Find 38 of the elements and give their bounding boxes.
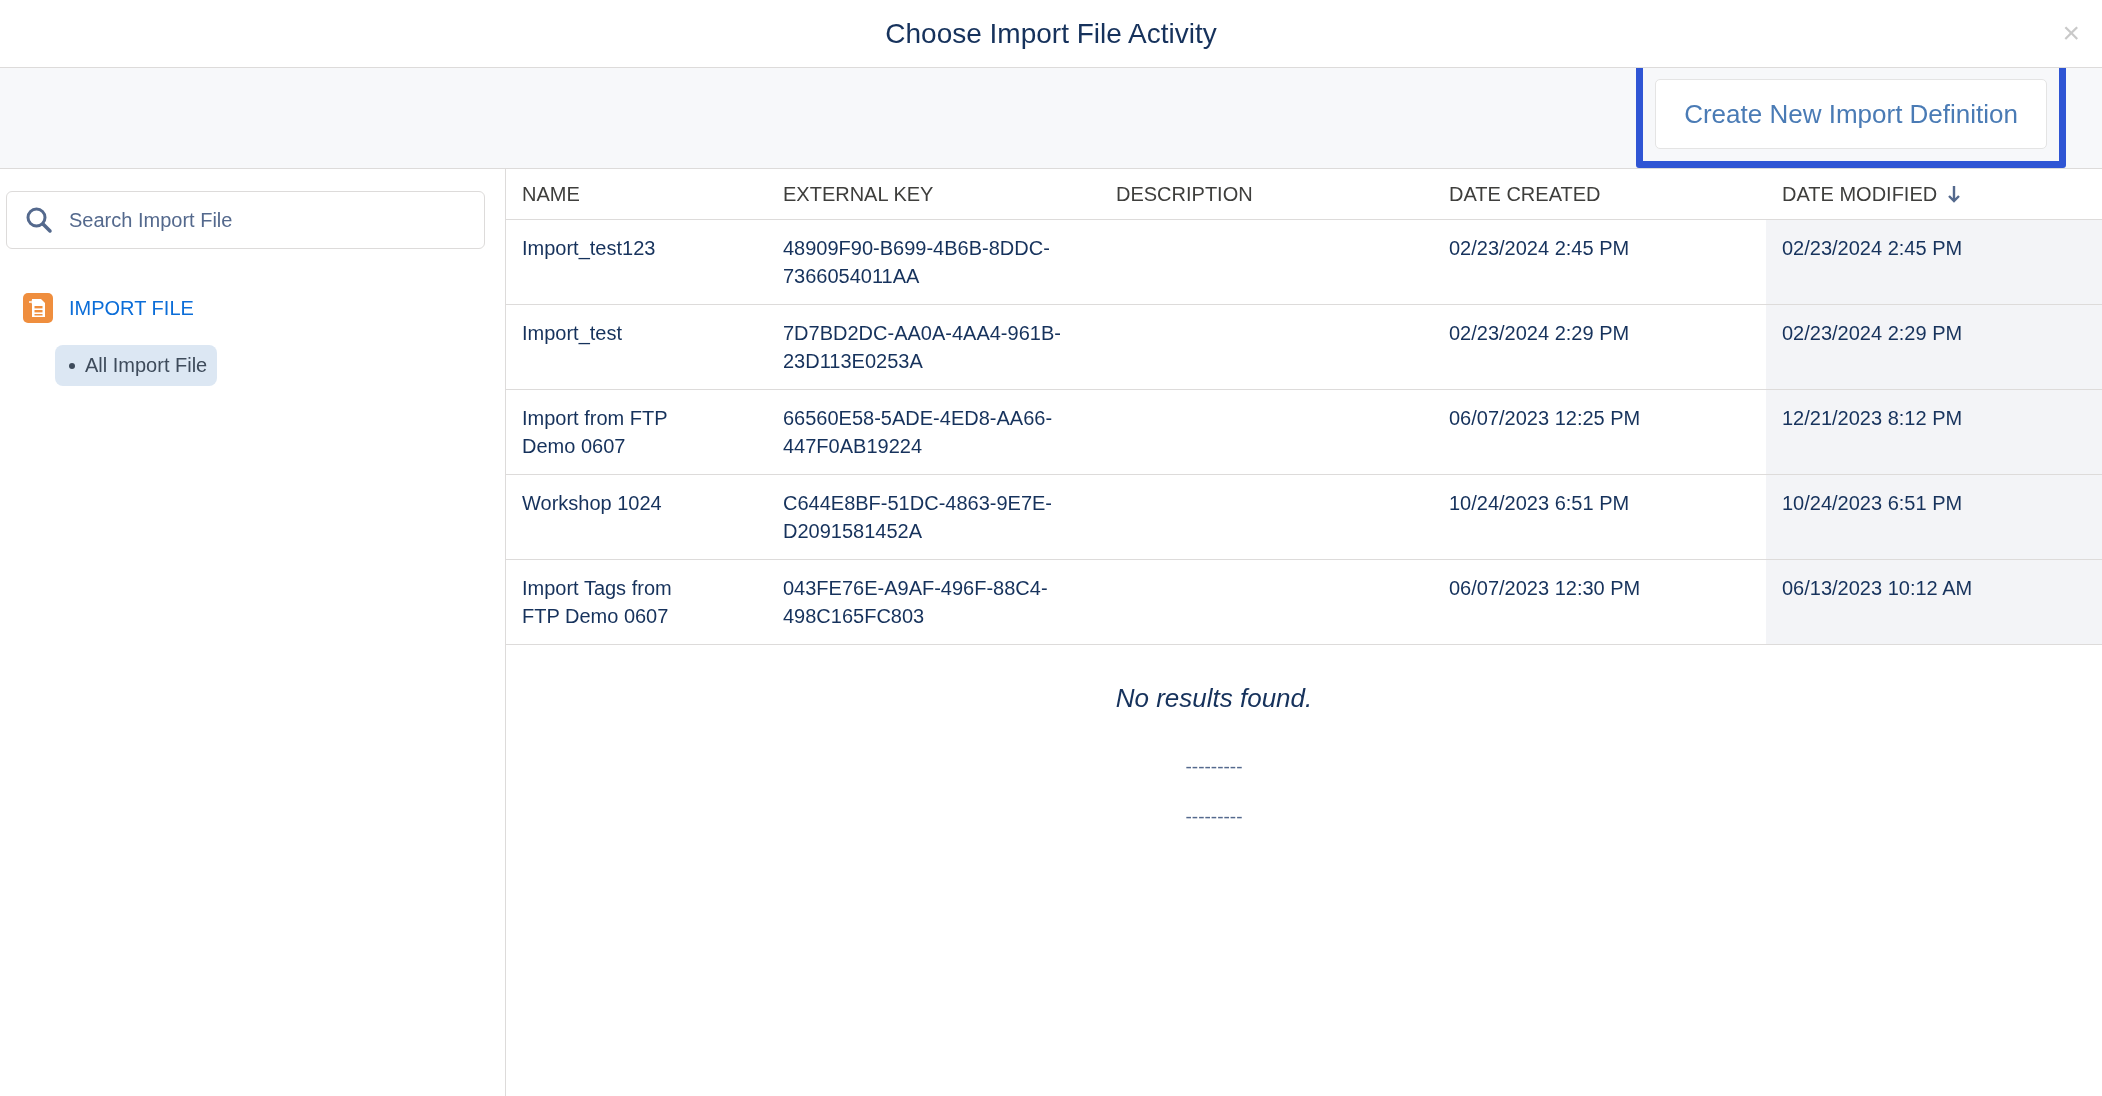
table-cell-text: 10/24/2023 6:51 PM	[1449, 491, 1631, 516]
table-cell-text: 10/24/2023 6:51 PM	[1782, 491, 1964, 516]
create-import-definition-button[interactable]: Create New Import Definition	[1655, 79, 2047, 149]
table-cell-text: 02/23/2024 2:29 PM	[1449, 321, 1631, 346]
search-icon	[25, 206, 53, 234]
folder-link[interactable]: IMPORT FILE	[69, 296, 194, 320]
column-header[interactable]: DATE CREATED	[1449, 182, 1601, 206]
column-header[interactable]: EXTERNAL KEY	[783, 182, 934, 206]
column-header[interactable]: DESCRIPTION	[1116, 182, 1253, 206]
search-field[interactable]: Search Import File	[6, 191, 485, 249]
table-cell-text: Import_test123	[522, 236, 657, 262]
table-cell-text: 02/23/2024 2:29 PM	[1782, 321, 1964, 346]
table-cell-text: 7D7BD2DC-AA0A-4AA4-961B-23D113E0253A	[783, 321, 1062, 374]
table-cell-text: 06/13/2023 10:12 AM	[1782, 576, 1974, 601]
table-cell-text: 043FE76E-A9AF-496F-88C4-498C165FC803	[783, 576, 1049, 629]
sort-arrow-icon[interactable]	[1947, 184, 1962, 204]
empty-message: No results found.	[1114, 683, 1314, 714]
column-header[interactable]: DATE MODIFIED	[1782, 182, 1938, 206]
table-cell-text: 12/21/2023 8:12 PM	[1782, 406, 1964, 431]
table-cell-text: 02/23/2024 2:45 PM	[1782, 236, 1964, 261]
table-cell-text: Import from FTP Demo 0607	[522, 406, 669, 459]
placeholder-text: ---------	[1185, 806, 1243, 827]
bullet-icon	[69, 362, 75, 369]
table-cell-text: 02/23/2024 2:45 PM	[1449, 236, 1631, 261]
sidebar-item[interactable]: All Import File	[55, 345, 218, 386]
column-header[interactable]: NAME	[522, 182, 580, 206]
table-cell-text: Workshop 1024	[522, 491, 663, 516]
table-cell-text: 66560E58-5ADE-4ED8-AA66-447F0AB19224	[783, 406, 1054, 459]
table-cell-text: Import_test	[522, 321, 624, 347]
modal-title: Choose Import File Activity	[885, 17, 1217, 50]
table-cell-text: 06/07/2023 12:30 PM	[1449, 576, 1642, 601]
document-icon	[23, 293, 53, 323]
table-cell-text: Import Tags from FTP Demo 0607	[522, 576, 673, 629]
search-input[interactable]: Search Import File	[67, 207, 466, 233]
placeholder-text: ---------	[1185, 756, 1243, 777]
table-cell-text: C644E8BF-51DC-4863-9E7E-D2091581452A	[783, 491, 1054, 544]
table-cell-text: 48909F90-B699-4B6B-8DDC-7366054011AA	[783, 236, 1051, 289]
table-cell-text: 06/07/2023 12:25 PM	[1449, 406, 1642, 431]
